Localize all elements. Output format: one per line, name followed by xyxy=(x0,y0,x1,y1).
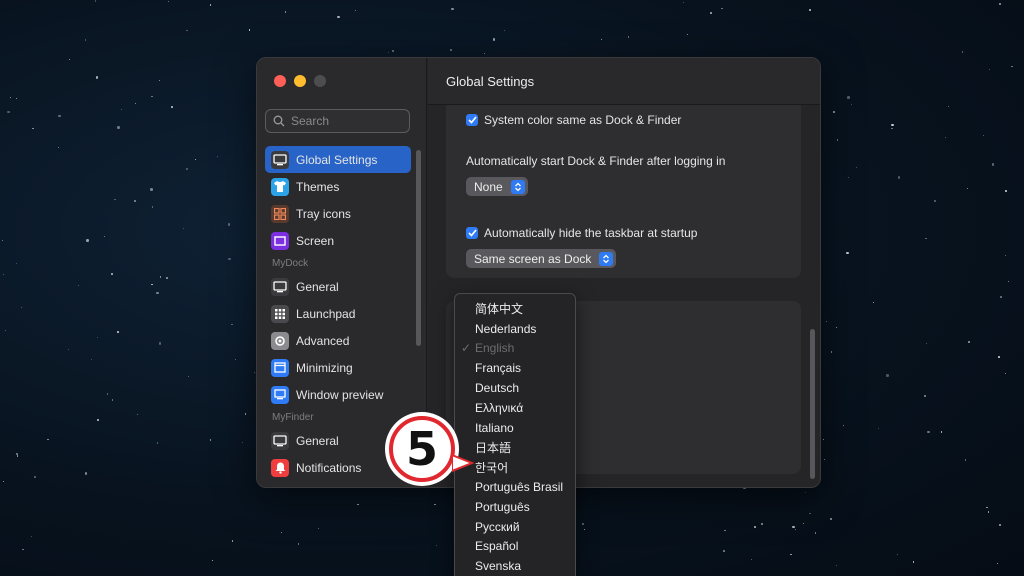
language-option-label: 日本語 xyxy=(475,440,512,455)
sidebar-item-label: General xyxy=(296,279,339,294)
language-option-label: Nederlands xyxy=(475,321,537,336)
sidebar-item-label: Notifications xyxy=(296,460,362,475)
sidebar-item-label: Window preview xyxy=(296,387,384,402)
language-option[interactable]: Русский xyxy=(455,517,575,537)
language-option[interactable]: Italiano xyxy=(455,418,575,438)
gear-icon xyxy=(271,331,289,350)
language-option-selected[interactable]: ✓ English xyxy=(455,339,575,359)
step-number: 5 xyxy=(389,416,455,482)
zoom-window-button[interactable] xyxy=(314,75,326,87)
sidebar-item-label: Themes xyxy=(296,179,340,194)
auto-start-label: Automatically start Dock & Finder after … xyxy=(466,154,726,168)
monitor-icon xyxy=(271,277,289,296)
system-color-option[interactable]: System color same as Dock & Finder xyxy=(466,113,681,127)
window-controls xyxy=(274,75,326,87)
window-icon xyxy=(271,358,289,377)
sidebar-item-label: Tray icons xyxy=(296,206,351,221)
sidebar-item-minimizing[interactable]: Minimizing xyxy=(265,354,411,381)
sidebar-item-label: Global Settings xyxy=(296,152,378,167)
section-label-myfinder: MyFinder xyxy=(272,412,314,423)
main-scrollbar[interactable] xyxy=(810,329,815,479)
language-option[interactable]: Svenska xyxy=(455,556,575,576)
screen-select[interactable]: Same screen as Dock xyxy=(466,249,617,268)
screen-select-value: Same screen as Dock xyxy=(474,251,592,266)
sidebar-item-themes[interactable]: Themes xyxy=(265,173,411,200)
screen-icon xyxy=(271,231,289,250)
grid-icon xyxy=(271,204,289,223)
language-option[interactable]: Ελληνικά xyxy=(455,398,575,418)
sidebar-item-tray-icons[interactable]: Tray icons xyxy=(265,200,411,227)
updown-arrows-icon xyxy=(510,179,525,194)
preview-icon xyxy=(271,385,289,404)
sidebar-item-label: Minimizing xyxy=(296,360,353,375)
language-option-label: Português Brasil xyxy=(475,480,564,495)
section-label-mydock: MyDock xyxy=(272,258,309,269)
close-window-button[interactable] xyxy=(274,75,286,87)
language-dropdown-menu: 简体中文 Nederlands ✓ English Français Deuts… xyxy=(454,293,576,576)
sidebar-item-advanced[interactable]: Advanced xyxy=(265,327,411,354)
launchpad-icon xyxy=(271,304,289,323)
settings-card-general: System color same as Dock & Finder Autom… xyxy=(446,105,801,278)
language-option-label: Italiano xyxy=(475,420,514,435)
sidebar-item-label: Screen xyxy=(296,233,335,248)
minimize-window-button[interactable] xyxy=(294,75,306,87)
auto-hide-option[interactable]: Automatically hide the taskbar at startu… xyxy=(466,226,697,240)
pointer-arrow-icon xyxy=(452,453,474,473)
language-option[interactable]: Nederlands xyxy=(455,319,575,339)
language-option-label: Svenska xyxy=(475,559,522,574)
auto-start-select[interactable]: None xyxy=(466,177,528,196)
language-option-label: Français xyxy=(475,361,522,376)
language-option[interactable]: Deutsch xyxy=(455,378,575,398)
search-icon xyxy=(273,115,285,127)
language-option[interactable]: Français xyxy=(455,358,575,378)
sidebar-item-global-settings[interactable]: Global Settings xyxy=(265,146,411,173)
search-box[interactable] xyxy=(265,109,410,133)
sidebar-item-window-preview[interactable]: Window preview xyxy=(265,381,411,408)
sidebar-item-launchpad[interactable]: Launchpad xyxy=(265,300,411,327)
search-input[interactable] xyxy=(291,114,401,128)
system-color-label: System color same as Dock & Finder xyxy=(484,113,682,127)
sidebar-scrollbar[interactable] xyxy=(416,150,421,346)
sidebar-item-label: Launchpad xyxy=(296,306,356,321)
monitor-icon xyxy=(271,431,289,450)
auto-hide-label: Automatically hide the taskbar at startu… xyxy=(484,226,698,240)
step-number-badge: 5 xyxy=(385,412,459,486)
language-option-label: English xyxy=(475,341,515,356)
monitor-icon xyxy=(271,150,289,169)
language-option-label: 简体中文 xyxy=(475,302,524,317)
language-option[interactable]: Português Brasil xyxy=(455,477,575,497)
auto-hide-checkbox[interactable] xyxy=(466,227,478,239)
system-color-checkbox[interactable] xyxy=(466,114,478,126)
tshirt-icon xyxy=(271,177,289,196)
sidebar-item-label: Advanced xyxy=(296,333,350,348)
language-option[interactable]: Español xyxy=(455,537,575,557)
language-option-label: 한국어 xyxy=(475,460,509,475)
bell-icon xyxy=(271,458,289,477)
language-option[interactable]: 简体中文 xyxy=(455,299,575,319)
language-option-label: Português xyxy=(475,499,530,514)
updown-arrows-icon xyxy=(599,251,614,266)
language-option-label: Русский xyxy=(475,519,520,534)
page-title: Global Settings xyxy=(428,58,820,105)
auto-start-select-value: None xyxy=(474,179,503,194)
language-option-label: Español xyxy=(475,539,519,554)
sidebar-item-label: General xyxy=(296,433,339,448)
checkmark-icon: ✓ xyxy=(461,340,472,355)
language-option-label: Deutsch xyxy=(475,381,520,396)
language-option[interactable]: Português xyxy=(455,497,575,517)
sidebar-item-screen[interactable]: Screen xyxy=(265,227,411,254)
sidebar-item-mydock-general[interactable]: General xyxy=(265,273,411,300)
language-option-label: Ελληνικά xyxy=(475,400,524,415)
